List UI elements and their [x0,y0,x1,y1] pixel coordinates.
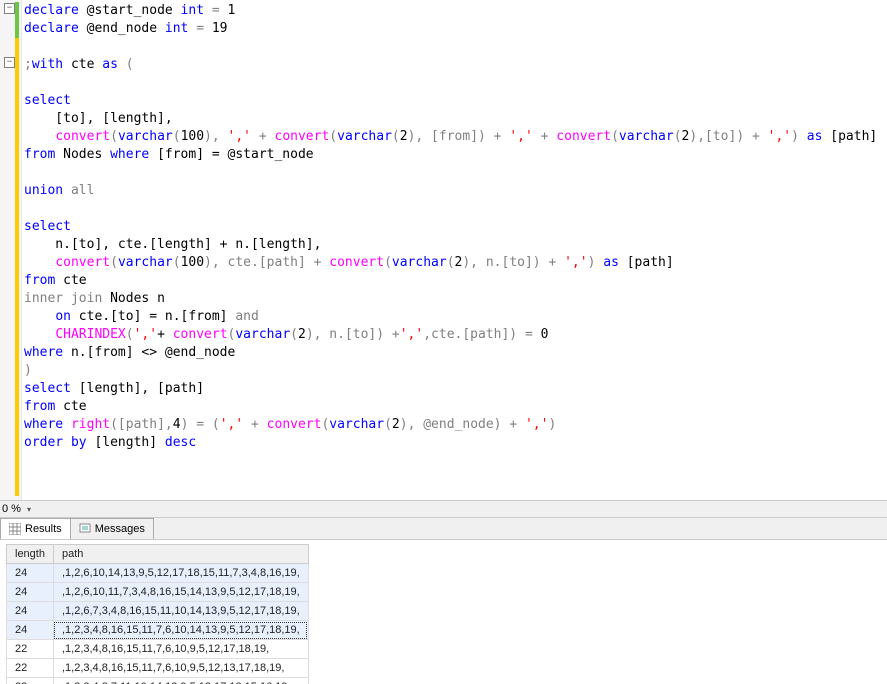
cell-length[interactable]: 24 [7,602,54,621]
cell-length[interactable]: 22 [7,640,54,659]
fold-button[interactable]: − [4,3,15,14]
cell-length[interactable]: 24 [7,564,54,583]
table-row[interactable]: 24,1,2,6,10,14,13,9,5,12,17,18,15,11,7,3… [7,564,309,583]
table-row[interactable]: 24,1,2,3,4,8,16,15,11,7,6,10,14,13,9,5,1… [7,621,309,640]
tab-messages[interactable]: Messages [70,518,154,539]
cell-length[interactable]: 22 [7,678,54,684]
grid-icon [9,523,21,535]
zoom-dropdown-icon[interactable]: ▾ [25,505,33,514]
cell-length[interactable]: 24 [7,583,54,602]
table-row[interactable]: 22,1,2,3,4,8,16,15,11,7,6,10,9,5,12,17,1… [7,640,309,659]
col-length[interactable]: length [7,545,54,564]
results-tabstrip: Results Messages [0,518,887,540]
results-grid[interactable]: length path 24,1,2,6,10,14,13,9,5,12,17,… [6,544,309,684]
results-pane[interactable]: length path 24,1,2,6,10,14,13,9,5,12,17,… [0,540,887,684]
cell-path[interactable]: ,1,2,3,4,8,16,15,11,7,6,10,9,5,12,13,17,… [53,659,308,678]
code-area[interactable]: declare @start_node int = 1 declare @end… [22,0,887,500]
table-row[interactable]: 24,1,2,6,10,11,7,3,4,8,16,15,14,13,9,5,1… [7,583,309,602]
fold-button[interactable]: − [4,57,15,68]
cell-length[interactable]: 24 [7,621,54,640]
table-row[interactable]: 22,1,2,3,4,8,7,11,10,14,13,9,5,12,17,18,… [7,678,309,684]
tab-results[interactable]: Results [0,518,71,539]
change-indicator-unsaved [15,38,19,496]
editor-gutter: − − [0,0,22,500]
tab-messages-label: Messages [95,523,145,535]
tab-results-label: Results [25,523,62,535]
cell-path[interactable]: ,1,2,6,7,3,4,8,16,15,11,10,14,13,9,5,12,… [53,602,308,621]
cell-path[interactable]: ,1,2,3,4,8,16,15,11,7,6,10,14,13,9,5,12,… [53,621,308,640]
grid-header-row: length path [7,545,309,564]
sql-editor[interactable]: − − declare @start_node int = 1 declare … [0,0,887,500]
cell-path[interactable]: ,1,2,6,10,11,7,3,4,8,16,15,14,13,9,5,12,… [53,583,308,602]
zoom-bar: 0 % ▾ [0,500,887,518]
cell-path[interactable]: ,1,2,6,10,14,13,9,5,12,17,18,15,11,7,3,4… [53,564,308,583]
cell-path[interactable]: ,1,2,3,4,8,16,15,11,7,6,10,9,5,12,17,18,… [53,640,308,659]
cell-path[interactable]: ,1,2,3,4,8,7,11,10,14,13,9,5,12,17,18,15… [53,678,308,684]
col-path[interactable]: path [53,545,308,564]
table-row[interactable]: 22,1,2,3,4,8,16,15,11,7,6,10,9,5,12,13,1… [7,659,309,678]
messages-icon [79,523,91,535]
zoom-value: 0 % [2,503,21,515]
table-row[interactable]: 24,1,2,6,7,3,4,8,16,15,11,10,14,13,9,5,1… [7,602,309,621]
change-indicator-saved [15,2,19,38]
cell-length[interactable]: 22 [7,659,54,678]
